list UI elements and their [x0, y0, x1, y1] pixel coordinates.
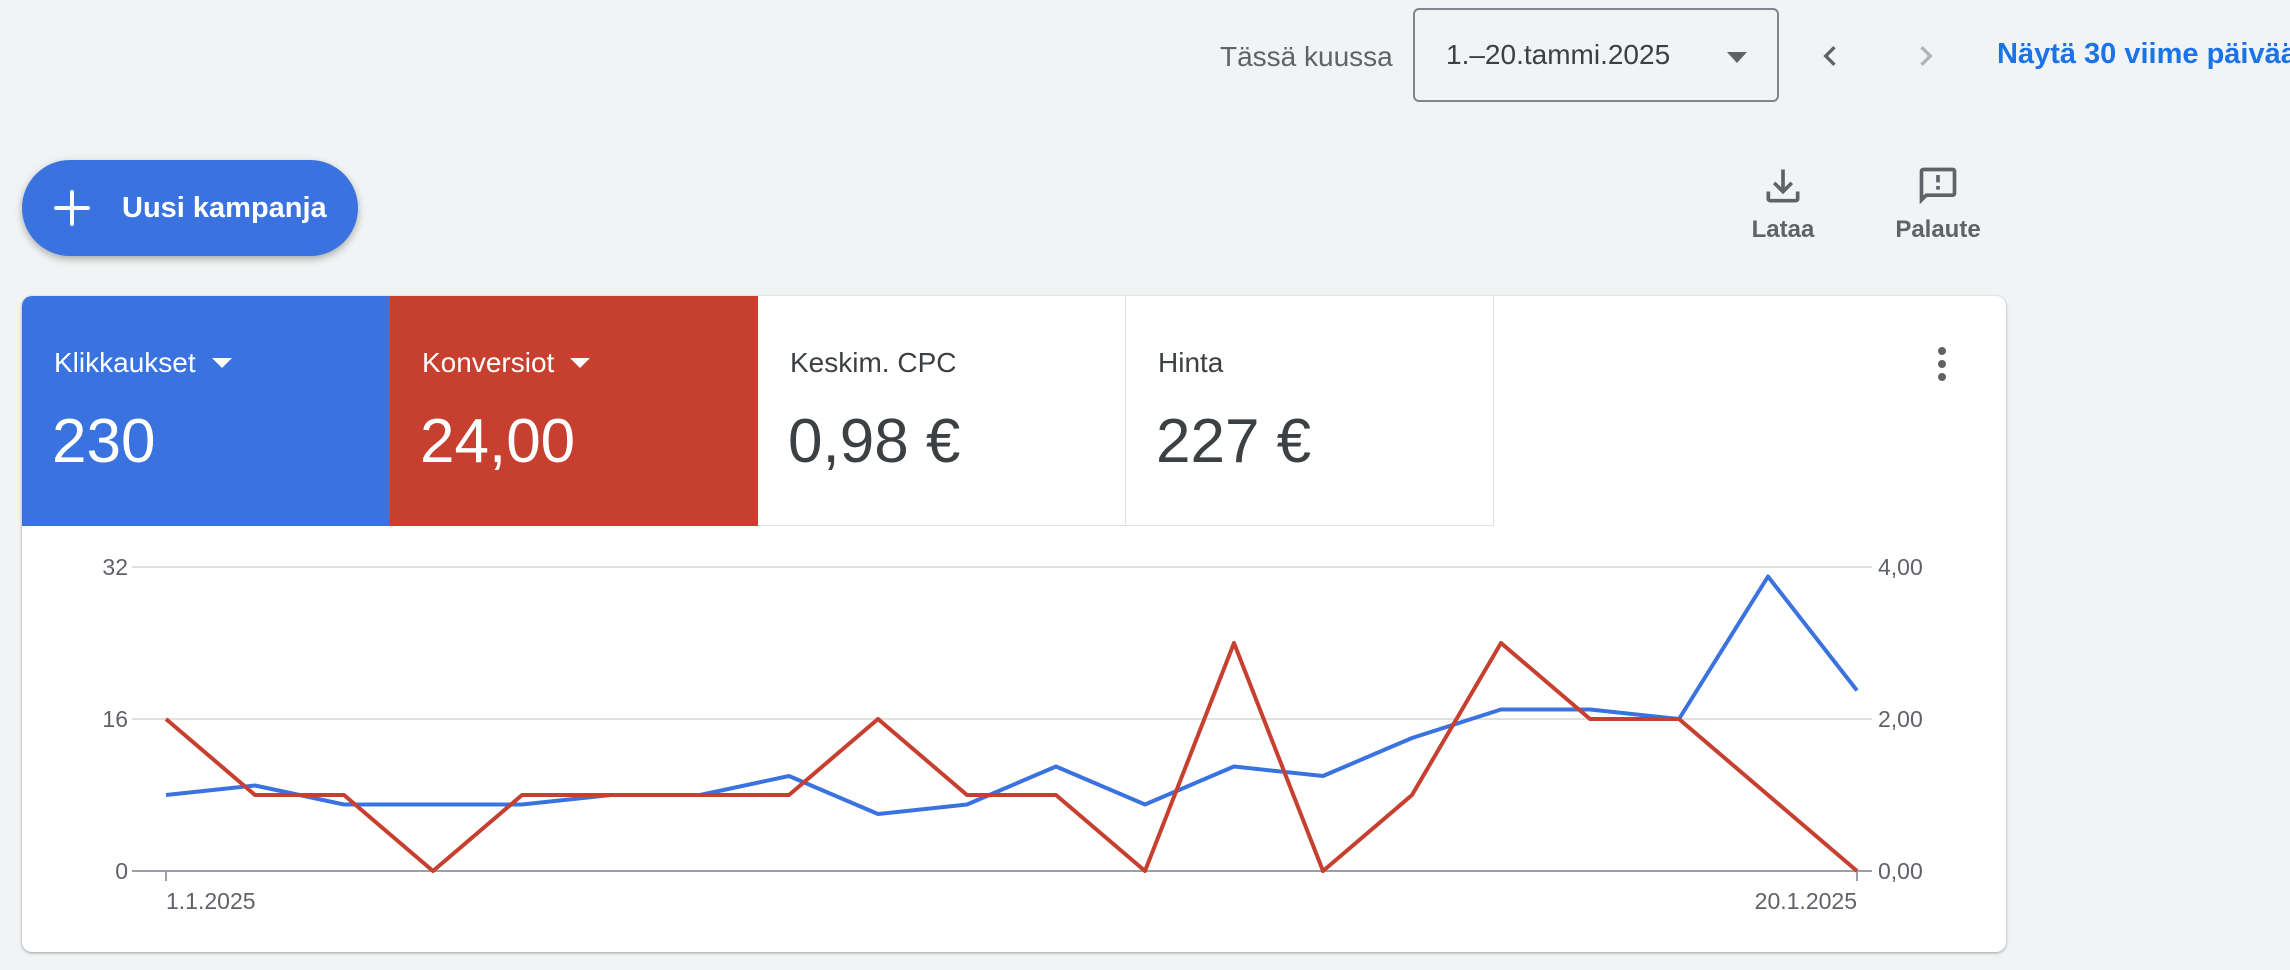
- date-range-select[interactable]: 1.–20.tammi.2025: [1413, 8, 1779, 102]
- y-left-tick-label: 16: [102, 706, 128, 732]
- performance-card: Klikkaukset 230 Konversiot 24,00 Keskim.…: [22, 296, 2006, 952]
- download-label: Lataa: [1751, 216, 1815, 243]
- y-left-tick-label: 0: [115, 858, 128, 884]
- conversions-series-line: [164, 641, 1859, 873]
- show-last-30-days-link[interactable]: Näytä 30 viime päivää: [1997, 38, 2290, 71]
- plus-icon: [54, 190, 90, 226]
- performance-chart: 0 0,00 16 2,00 32 4,00 1.1.2025 20.1.2025: [102, 554, 1923, 914]
- y-right-tick-label: 0,00: [1878, 858, 1923, 884]
- new-campaign-label: Uusi kampanja: [122, 191, 327, 224]
- date-range-value: 1.–20.tammi.2025: [1446, 39, 1671, 70]
- dropdown-arrow-icon: [1727, 52, 1747, 63]
- chevron-right-icon: [1920, 46, 1933, 66]
- x-tick-label: 20.1.2025: [1755, 888, 1857, 914]
- x-tick-label: 1.1.2025: [166, 888, 256, 914]
- feedback-icon: [1919, 167, 1957, 205]
- previous-period-button[interactable]: [1800, 26, 1860, 86]
- feedback-label: Palaute: [1895, 216, 1981, 243]
- period-label: Tässä kuussa: [1220, 41, 1393, 72]
- download-icon: [1766, 169, 1800, 203]
- chevron-left-icon: [1823, 46, 1836, 66]
- y-right-tick-label: 4,00: [1878, 554, 1923, 580]
- new-campaign-button[interactable]: Uusi kampanja: [22, 160, 358, 256]
- feedback-button[interactable]: Palaute: [1878, 164, 1998, 254]
- y-right-tick-label: 2,00: [1878, 706, 1923, 732]
- y-left-tick-label: 32: [102, 554, 128, 580]
- next-period-button[interactable]: [1896, 26, 1956, 86]
- clicks-series-line: [165, 574, 1859, 816]
- download-button[interactable]: Lataa: [1723, 164, 1843, 254]
